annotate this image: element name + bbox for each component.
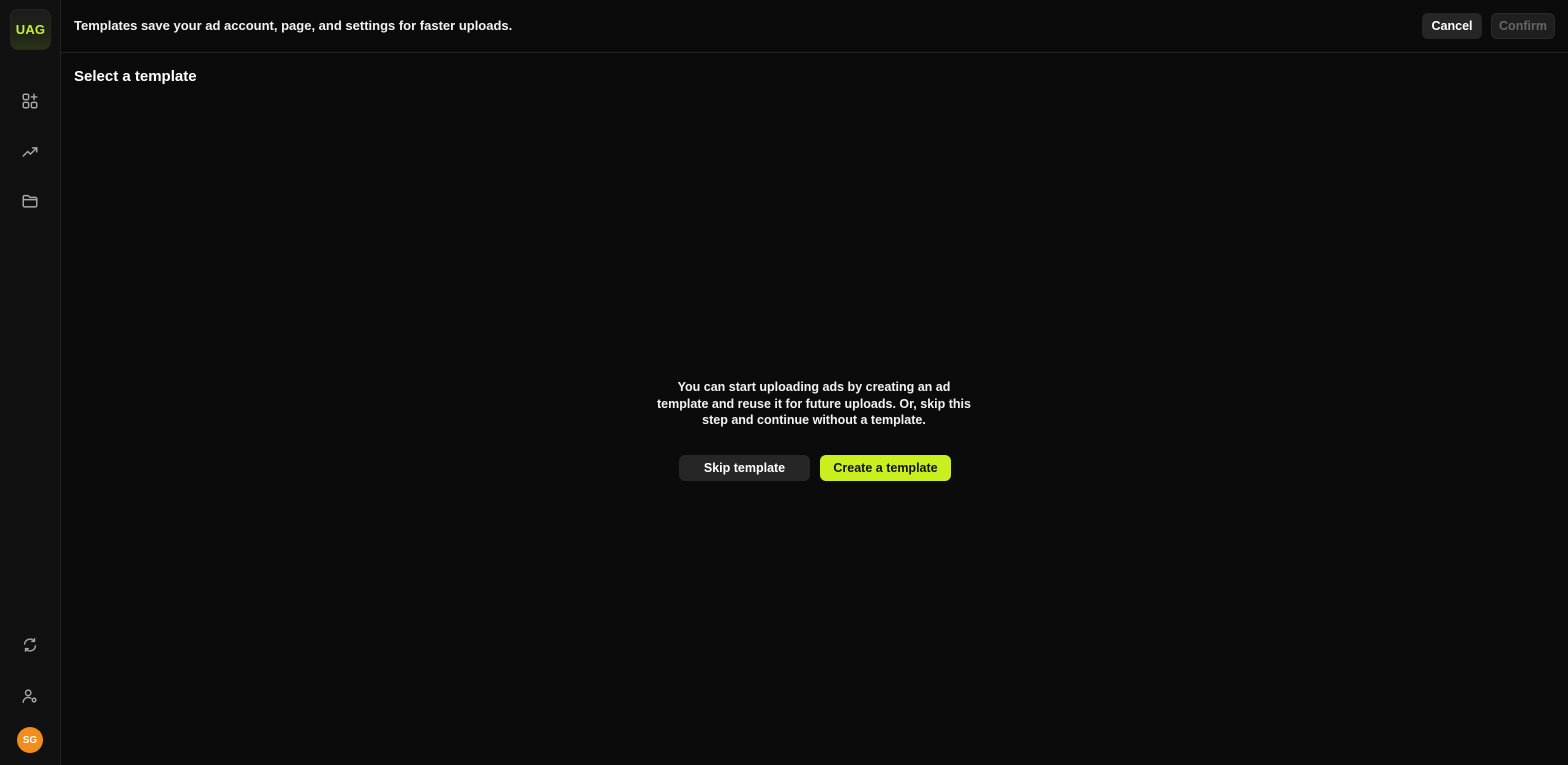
cancel-button[interactable]: Cancel [1422,13,1482,39]
template-info-message: Templates save your ad account, page, an… [74,18,513,33]
top-bar: Templates save your ad account, page, an… [61,0,1568,53]
user-settings-icon[interactable] [19,685,41,707]
empty-state-message: You can start uploading ads by creating … [657,380,971,427]
skip-template-button[interactable]: Skip template [679,455,810,481]
page-title: Select a template [74,68,197,85]
user-avatar[interactable]: SG [17,727,43,753]
create-template-button[interactable]: Create a template [820,455,951,481]
trending-up-icon[interactable] [19,140,41,162]
sidebar: UAG SG [0,0,61,765]
refresh-cycle-icon[interactable] [19,634,41,656]
app-logo[interactable]: UAG [10,9,51,50]
confirm-button[interactable]: Confirm [1491,13,1555,39]
folder-icon[interactable] [19,190,41,212]
apps-add-icon[interactable] [19,90,41,112]
app-root: UAG SG Templates save your ad account, p… [0,0,1568,765]
